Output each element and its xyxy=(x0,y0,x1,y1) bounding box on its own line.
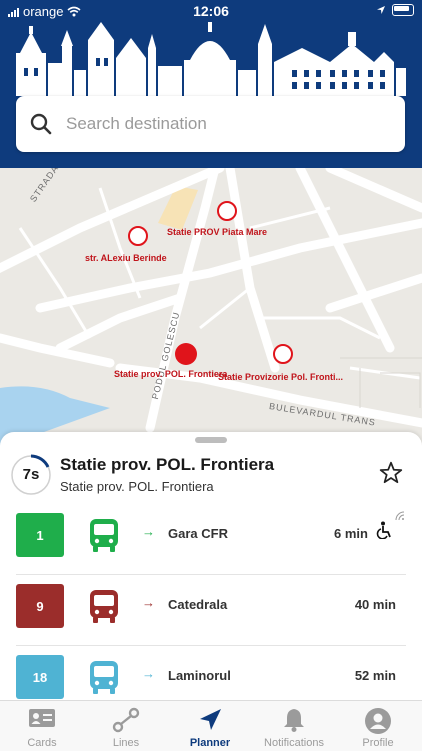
row-divider xyxy=(16,645,406,646)
tab-label: Planner xyxy=(189,737,231,749)
stop-marker-alexiu-berinde[interactable] xyxy=(128,226,148,246)
navigation-arrow-icon xyxy=(200,709,221,730)
tab-planner[interactable]: Planner xyxy=(168,701,252,751)
clock: 12:06 xyxy=(193,3,229,19)
bell-icon xyxy=(284,709,304,732)
stop-subtitle: Statie prov. POL. Frontiera xyxy=(60,479,214,494)
route-row[interactable]: 1 → Gara CFR 6 min xyxy=(0,505,422,575)
stop-label-piata-mare: Statie PROV Piata Mare xyxy=(167,227,268,237)
search-bar[interactable]: Search destination xyxy=(16,96,405,152)
tab-lines[interactable]: Lines xyxy=(84,701,168,751)
row-divider xyxy=(16,574,406,575)
line-badge: 18 xyxy=(16,655,64,699)
battery-icon xyxy=(392,4,414,16)
direction-arrow-icon: → xyxy=(142,666,155,681)
user-icon xyxy=(365,708,391,734)
id-card-icon xyxy=(29,709,55,727)
tab-notifications[interactable]: Notifications xyxy=(252,701,336,751)
realtime-signal-icon xyxy=(395,511,405,521)
favorite-star-icon[interactable] xyxy=(378,460,404,486)
route-destination: Laminorul xyxy=(168,668,231,683)
map-view[interactable]: STRADA BUJORULUI PODUL GOLESCU BULEVARDU… xyxy=(0,168,422,448)
stop-title: Statie prov. POL. Frontiera xyxy=(60,455,275,474)
route-destination: Gara CFR xyxy=(168,526,228,541)
route-eta: 40 min xyxy=(354,597,396,612)
direction-arrow-icon: → xyxy=(142,595,155,610)
refresh-countdown: 7s xyxy=(10,454,52,496)
bus-icon xyxy=(90,519,118,552)
route-destination: Catedrala xyxy=(168,597,228,612)
tab-label: Lines xyxy=(112,737,140,749)
route-eta: 6 min xyxy=(334,526,368,541)
stop-label-alexiu-berinde: str. ALexiu Berinde xyxy=(85,253,167,263)
sheet-drag-handle[interactable] xyxy=(195,437,227,443)
stop-marker-pol-frontiera-selected[interactable] xyxy=(175,343,197,365)
line-badge: 9 xyxy=(16,584,64,628)
location-arrow-icon xyxy=(377,6,385,14)
tab-profile[interactable]: Profile xyxy=(336,701,420,751)
tab-cards[interactable]: Cards xyxy=(0,701,84,751)
stop-label-pol-frontiera: Statie prov. POL. Frontiera xyxy=(114,369,228,379)
map-stop-markers[interactable] xyxy=(0,168,422,448)
line-badge: 1 xyxy=(16,513,64,557)
route-eta: 52 min xyxy=(354,668,396,683)
tab-label: Cards xyxy=(27,737,57,749)
bus-icon xyxy=(90,590,118,623)
search-icon xyxy=(30,113,52,135)
wheelchair-icon xyxy=(376,521,391,539)
app-header: orange 12:06 Search destination xyxy=(0,0,422,168)
stop-marker-piata-mare[interactable] xyxy=(217,201,237,221)
city-skyline-logo xyxy=(16,22,406,96)
route-row[interactable]: 9 → Catedrala 40 min xyxy=(0,576,422,646)
countdown-value: 7s xyxy=(22,466,40,483)
tab-label: Notifications xyxy=(264,737,324,749)
direction-arrow-icon: → xyxy=(142,524,155,539)
route-icon xyxy=(112,707,140,733)
stop-label-provizorie-pol-frontiera: Statie Provizorie Pol. Fronti... xyxy=(218,372,344,382)
search-input[interactable]: Search destination xyxy=(66,114,207,134)
bottom-tab-bar: Cards Lines Planner Notifications Profil… xyxy=(0,700,422,751)
bus-icon xyxy=(90,661,118,694)
stop-marker-provizorie-pol-frontiera[interactable] xyxy=(273,344,293,364)
tab-label: Profile xyxy=(362,737,394,749)
